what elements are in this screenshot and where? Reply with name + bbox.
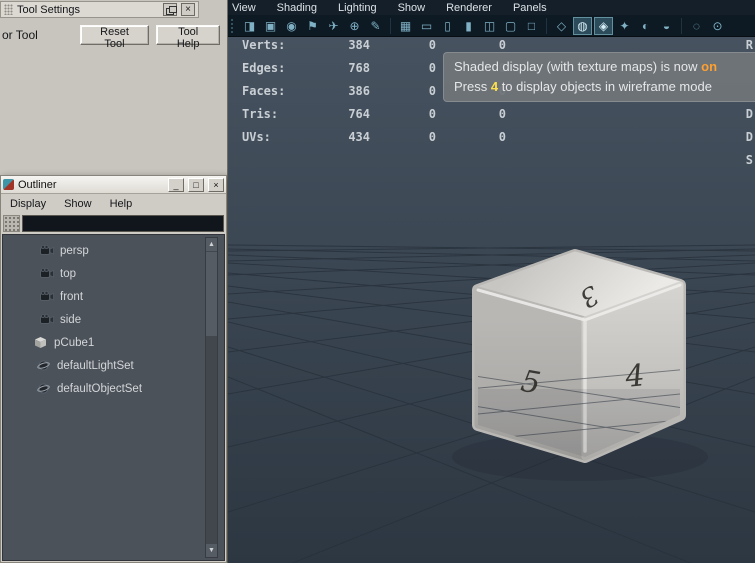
list-item-side[interactable]: side bbox=[3, 308, 224, 331]
highlight-on: on bbox=[701, 59, 717, 74]
float-icon bbox=[166, 6, 175, 14]
item-label: defaultObjectSet bbox=[57, 383, 142, 395]
hud-right-letter: R bbox=[746, 38, 753, 52]
viewport-menubar: View Shading Lighting Show Renderer Pane… bbox=[228, 0, 755, 15]
grease-pencil-icon[interactable]: ✎ bbox=[366, 17, 385, 35]
camera-icon bbox=[39, 314, 54, 325]
item-label: pCube1 bbox=[54, 337, 94, 349]
hud-row-uvs: UVs:43400 bbox=[242, 130, 506, 153]
close-panel-button[interactable]: × bbox=[181, 3, 195, 16]
close-icon: × bbox=[185, 5, 191, 15]
camera-icon bbox=[39, 291, 54, 302]
maximize-button[interactable]: □ bbox=[188, 178, 204, 192]
tool-name-label: or Tool bbox=[0, 28, 80, 42]
tooltip-line-2: Press 4 to display objects in wireframe … bbox=[454, 77, 755, 97]
hud-right-letter: D bbox=[746, 130, 753, 144]
gate-mask-icon[interactable]: ▮ bbox=[459, 17, 478, 35]
outliner-menubar: Display Show Help bbox=[1, 194, 226, 213]
isolate-select-icon[interactable]: ⊙ bbox=[708, 17, 727, 35]
item-label: persp bbox=[60, 245, 89, 257]
perspective-viewport[interactable]: View Shading Lighting Show Renderer Pane… bbox=[228, 0, 755, 563]
hud-right-letter: S bbox=[746, 153, 753, 167]
viewport-help-tooltip: Shaded display (with texture maps) is no… bbox=[443, 52, 755, 102]
camera-lock-icon[interactable]: ◉ bbox=[282, 17, 301, 35]
safe-action-icon[interactable]: ▢ bbox=[501, 17, 520, 35]
shaded-mode-icon[interactable]: ◍ bbox=[573, 17, 592, 35]
float-panel-button[interactable] bbox=[163, 3, 177, 16]
item-label: side bbox=[60, 314, 81, 326]
list-item-pcube1[interactable]: pCube1 bbox=[3, 331, 224, 354]
outliner-window: Outliner _ □ × Display Show Help persp t… bbox=[0, 175, 227, 563]
menu-shading[interactable]: Shading bbox=[277, 2, 317, 14]
toolbar-grip-icon bbox=[231, 19, 236, 33]
drag-grip-icon bbox=[4, 4, 13, 15]
scrollbar-thumb[interactable] bbox=[206, 252, 217, 336]
pcube1-mesh[interactable]: 3 5 4 bbox=[452, 255, 708, 481]
menu-show[interactable]: Show bbox=[55, 198, 101, 210]
menu-panels[interactable]: Panels bbox=[513, 2, 547, 14]
tooltip-line-1: Shaded display (with texture maps) is no… bbox=[454, 57, 755, 77]
toolbar-separator bbox=[681, 18, 682, 34]
outliner-titlebar[interactable]: Outliner _ □ × bbox=[1, 176, 226, 194]
film-gate-icon[interactable]: ▭ bbox=[417, 17, 436, 35]
set-icon bbox=[36, 382, 51, 395]
menu-display[interactable]: Display bbox=[1, 198, 55, 210]
reset-tool-button[interactable]: Reset Tool bbox=[80, 25, 150, 45]
image-plane-icon[interactable]: ✈ bbox=[324, 17, 343, 35]
select-camera-icon[interactable]: ◨ bbox=[240, 17, 259, 35]
hud-row-tris: Tris:76400 bbox=[242, 107, 506, 130]
outliner-filter-input[interactable] bbox=[22, 215, 224, 232]
camera-settings-icon[interactable]: ▣ bbox=[261, 17, 280, 35]
poly-mesh-icon bbox=[33, 336, 48, 349]
occlusion-icon[interactable]: ◒ bbox=[657, 17, 676, 35]
set-icon bbox=[36, 359, 51, 372]
safe-title-icon[interactable]: □ bbox=[522, 17, 541, 35]
bookmark-icon[interactable]: ⚑ bbox=[303, 17, 322, 35]
shadows-icon[interactable]: ◐ bbox=[636, 17, 655, 35]
outliner-scrollbar[interactable]: ▲ ▼ bbox=[205, 237, 218, 558]
pan-zoom-icon[interactable]: ⊕ bbox=[345, 17, 364, 35]
cube-face-number-right: 4 bbox=[623, 358, 647, 395]
menu-view[interactable]: View bbox=[232, 2, 256, 14]
close-button[interactable]: × bbox=[208, 178, 224, 192]
outliner-list[interactable]: persp top front side pCube1 defaultLight… bbox=[2, 234, 225, 561]
menu-renderer[interactable]: Renderer bbox=[446, 2, 492, 14]
tool-settings-titlebar[interactable]: Tool Settings × bbox=[0, 1, 199, 18]
menu-help[interactable]: Help bbox=[101, 198, 142, 210]
item-label: defaultLightSet bbox=[57, 360, 134, 372]
outliner-window-icon bbox=[3, 179, 14, 190]
camera-icon bbox=[39, 245, 54, 256]
list-item-persp[interactable]: persp bbox=[3, 239, 224, 262]
scroll-down-icon[interactable]: ▼ bbox=[206, 544, 217, 557]
outliner-filter-row bbox=[1, 213, 226, 234]
scroll-up-icon[interactable]: ▲ bbox=[206, 238, 217, 251]
list-item-front[interactable]: front bbox=[3, 285, 224, 308]
outliner-title: Outliner bbox=[18, 179, 164, 191]
toolbar-separator bbox=[546, 18, 547, 34]
highlight-key-4: 4 bbox=[491, 79, 498, 94]
wireframe-mode-icon[interactable]: ◇ bbox=[552, 17, 571, 35]
field-chart-icon[interactable]: ◫ bbox=[480, 17, 499, 35]
hud-right-letter: D bbox=[746, 107, 753, 121]
list-item-defaultlightset[interactable]: defaultLightSet bbox=[3, 354, 224, 377]
filter-options-button[interactable] bbox=[3, 215, 20, 232]
textured-mode-icon[interactable]: ◈ bbox=[594, 17, 613, 35]
xray-icon[interactable]: ◌ bbox=[687, 17, 706, 35]
item-label: front bbox=[60, 291, 83, 303]
list-item-top[interactable]: top bbox=[3, 262, 224, 285]
grid-toggle-icon[interactable]: ▦ bbox=[396, 17, 415, 35]
tool-settings-title: Tool Settings bbox=[17, 4, 159, 16]
minimize-button[interactable]: _ bbox=[168, 178, 184, 192]
viewport-toolbar: ◨ ▣ ◉ ⚑ ✈ ⊕ ✎ ▦ ▭ ▯ ▮ ◫ ▢ □ ◇ ◍ ◈ ✦ ◐ ◒ … bbox=[228, 15, 755, 37]
camera-icon bbox=[39, 268, 54, 279]
list-item-defaultobjectset[interactable]: defaultObjectSet bbox=[3, 377, 224, 400]
resolution-gate-icon[interactable]: ▯ bbox=[438, 17, 457, 35]
menu-show[interactable]: Show bbox=[398, 2, 426, 14]
all-lights-icon[interactable]: ✦ bbox=[615, 17, 634, 35]
toolbar-separator bbox=[390, 18, 391, 34]
menu-lighting[interactable]: Lighting bbox=[338, 2, 377, 14]
item-label: top bbox=[60, 268, 76, 280]
tool-help-button[interactable]: Tool Help bbox=[156, 25, 220, 45]
